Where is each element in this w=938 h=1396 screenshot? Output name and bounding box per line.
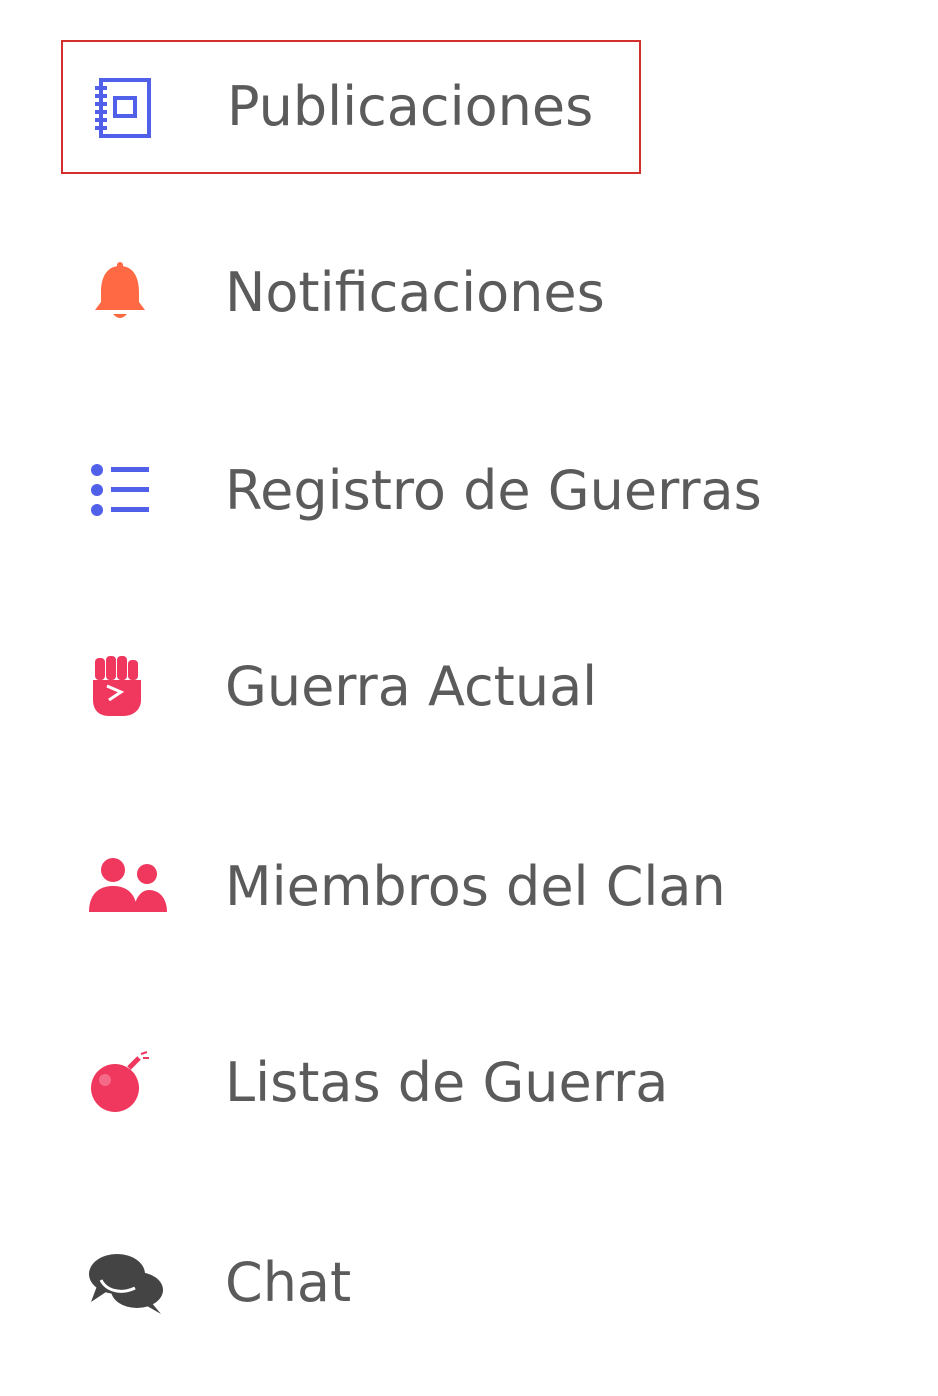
sidebar-item-chat[interactable]: Chat <box>61 1216 641 1350</box>
sidebar-item-label: Miembros del Clan <box>225 855 726 918</box>
sidebar-item-publicaciones[interactable]: Publicaciones <box>61 40 641 174</box>
comments-icon <box>87 1247 171 1319</box>
bell-icon <box>87 257 171 329</box>
sidebar-item-notificaciones[interactable]: Notificaciones <box>61 226 641 360</box>
sidebar-item-label: Chat <box>225 1251 352 1314</box>
fist-icon <box>87 651 171 723</box>
sidebar-item-label: Guerra Actual <box>225 655 598 718</box>
sidebar-item-listas-de-guerra[interactable]: Listas de Guerra <box>61 1016 668 1150</box>
bomb-icon <box>87 1047 171 1119</box>
sidebar-menu: Publicaciones Notificaciones Registro de… <box>0 0 938 1396</box>
sidebar-item-miembros-del-clan[interactable]: Miembros del Clan <box>61 820 726 954</box>
sidebar-item-label: Notificaciones <box>225 261 605 324</box>
notebook-icon <box>89 71 173 143</box>
sidebar-item-label: Publicaciones <box>227 75 594 138</box>
sidebar-item-registro-de-guerras[interactable]: Registro de Guerras <box>61 424 762 558</box>
sidebar-item-label: Registro de Guerras <box>225 459 762 522</box>
sidebar-item-label: Listas de Guerra <box>225 1051 669 1114</box>
users-icon <box>87 851 171 923</box>
list-icon <box>87 455 171 527</box>
sidebar-item-guerra-actual[interactable]: Guerra Actual <box>61 620 641 754</box>
